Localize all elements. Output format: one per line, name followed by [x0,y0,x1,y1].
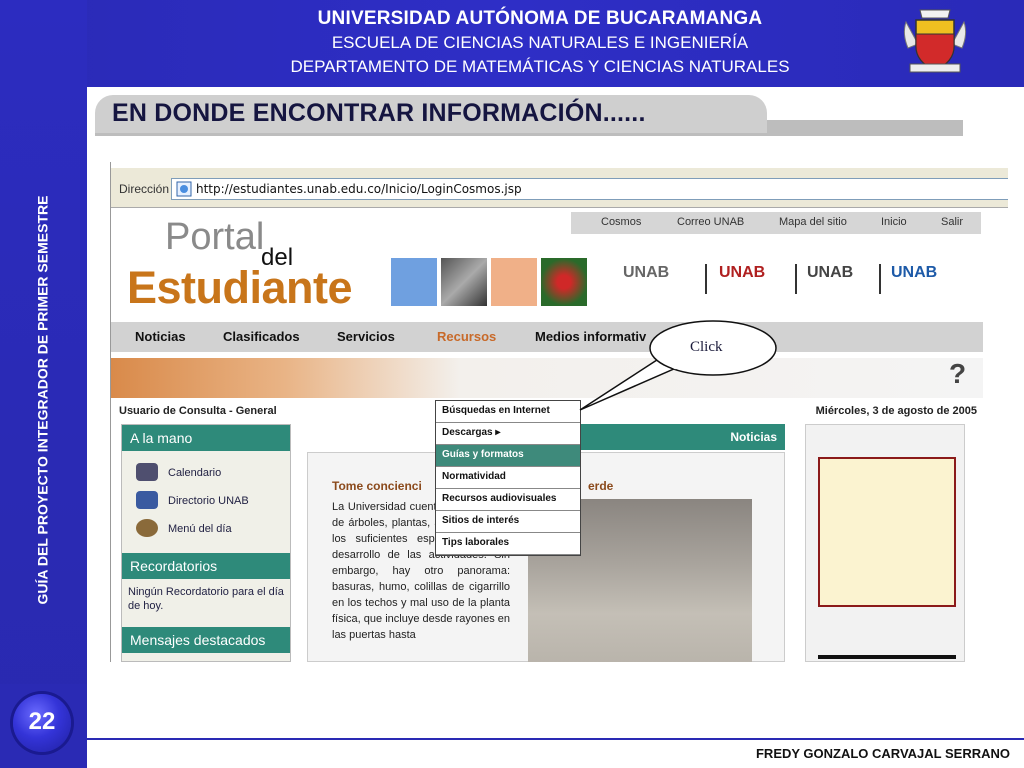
banner-photo-3 [491,258,537,306]
date-line: Miércoles, 3 de agosto de 2005 [815,405,977,417]
brand-separator [879,264,881,294]
brand-unab-empresarial[interactable]: UNAB [807,264,853,298]
top-link-salir[interactable]: Salir [941,216,963,228]
portal-top-links: Cosmos Correo UNAB Mapa del sitio Inicio… [571,212,981,234]
noticias-header: Noticias [571,424,785,450]
a-la-mano-header: A la mano [122,425,290,451]
school-name: ESCUELA DE CIENCIAS NATURALES E INGENIER… [331,33,749,52]
recordatorios-text: Ningún Recordatorio para el día de hoy. [128,586,284,612]
footer-rule [87,738,1024,740]
callout-text: Click [690,339,723,355]
link-menu-dia[interactable]: Menú del día [168,523,232,535]
slide-title: EN DONDE ENCONTRAR INFORMACIÓN...... [112,99,646,127]
logo-estudiante: Estudiante [127,262,353,313]
student-portal: Cosmos Correo UNAB Mapa del sitio Inicio… [111,208,983,662]
nav-recursos[interactable]: Recursos [437,329,496,344]
slide-header: UNIVERSIDAD AUTÓNOMA DE BUCARAMANGA ESCU… [230,6,850,79]
page-icon [176,181,192,197]
brand-unab-tecnologica[interactable]: UNAB [891,264,937,298]
nav-servicios[interactable]: Servicios [337,329,395,344]
top-link-inicio[interactable]: Inicio [881,216,907,228]
mensajes-header: Mensajes destacados [122,627,290,653]
nav-medios[interactable]: Medios informativ [535,329,646,344]
help-icon[interactable]: ? [949,358,966,390]
left-column: A la mano Calendario Directorio UNAB Men… [121,424,291,662]
portal-main-nav: Noticias Clasificados Servicios Recursos… [111,322,983,352]
menu-sitios-interes[interactable]: Sitios de interés [436,511,580,533]
menu-tips-laborales[interactable]: Tips laborales [436,533,580,555]
address-url: http://estudiantes.unab.edu.co/Inicio/Lo… [196,182,522,196]
user-line: Usuario de Consulta - General [119,405,277,417]
recursos-dropdown: Búsquedas en Internet Descargas ▸ Guías … [435,400,581,556]
university-name: UNIVERSIDAD AUTÓNOMA DE BUCARAMANGA [317,8,763,29]
nav-noticias[interactable]: Noticias [135,329,186,344]
link-directorio[interactable]: Directorio UNAB [168,495,249,507]
menu-guias-formatos[interactable]: Guías y formatos [436,445,580,467]
brand-separator [705,264,707,294]
link-calendario[interactable]: Calendario [168,467,221,479]
right-panel [818,457,956,607]
menu-descargas[interactable]: Descargas ▸ [436,423,580,445]
address-bar: Dirección http://estudiantes.unab.edu.co… [111,168,1008,208]
article-title-tail[interactable]: erde [588,479,613,493]
recordatorios-header: Recordatorios [122,553,290,579]
university-crest-icon [903,9,967,73]
right-divider [818,655,956,659]
brand-unab[interactable]: UNAB [623,264,669,298]
top-link-correo[interactable]: Correo UNAB [677,216,744,228]
directory-icon [136,491,158,509]
calendar-icon [136,463,158,481]
logo-portal: Portal [165,216,265,258]
brand-separator [795,264,797,294]
portal-banner [111,358,983,398]
vertical-guide-title: GUÍA DEL PROYECTO INTEGRADOR DE PRIMER S… [34,195,51,605]
menu-busquedas[interactable]: Búsquedas en Internet [436,401,580,423]
brand-unab-virtual[interactable]: UNAB [719,264,765,298]
menu-recursos-audiovisuales[interactable]: Recursos audiovisuales [436,489,580,511]
address-label: Dirección [119,182,170,196]
page-number: 22 [28,708,56,735]
author-name: FREDY GONZALO CARVAJAL SERRANO [755,746,1010,761]
browser-screenshot: Dirección http://estudiantes.unab.edu.co… [110,162,1008,662]
right-column [805,424,965,662]
department-name: DEPARTAMENTO DE MATEMÁTICAS Y CIENCIAS N… [290,57,790,76]
menu-normatividad[interactable]: Normatividad [436,467,580,489]
address-input[interactable]: http://estudiantes.unab.edu.co/Inicio/Lo… [171,178,1008,200]
article-title[interactable]: Tome concienci [332,479,422,493]
menu-icon [136,519,158,537]
top-link-cosmos[interactable]: Cosmos [601,216,641,228]
nav-clasificados[interactable]: Clasificados [223,329,300,344]
banner-photo-4 [541,258,587,306]
banner-photo-2 [441,258,487,306]
banner-photo-1 [391,258,437,306]
top-link-mapa[interactable]: Mapa del sitio [779,216,847,228]
